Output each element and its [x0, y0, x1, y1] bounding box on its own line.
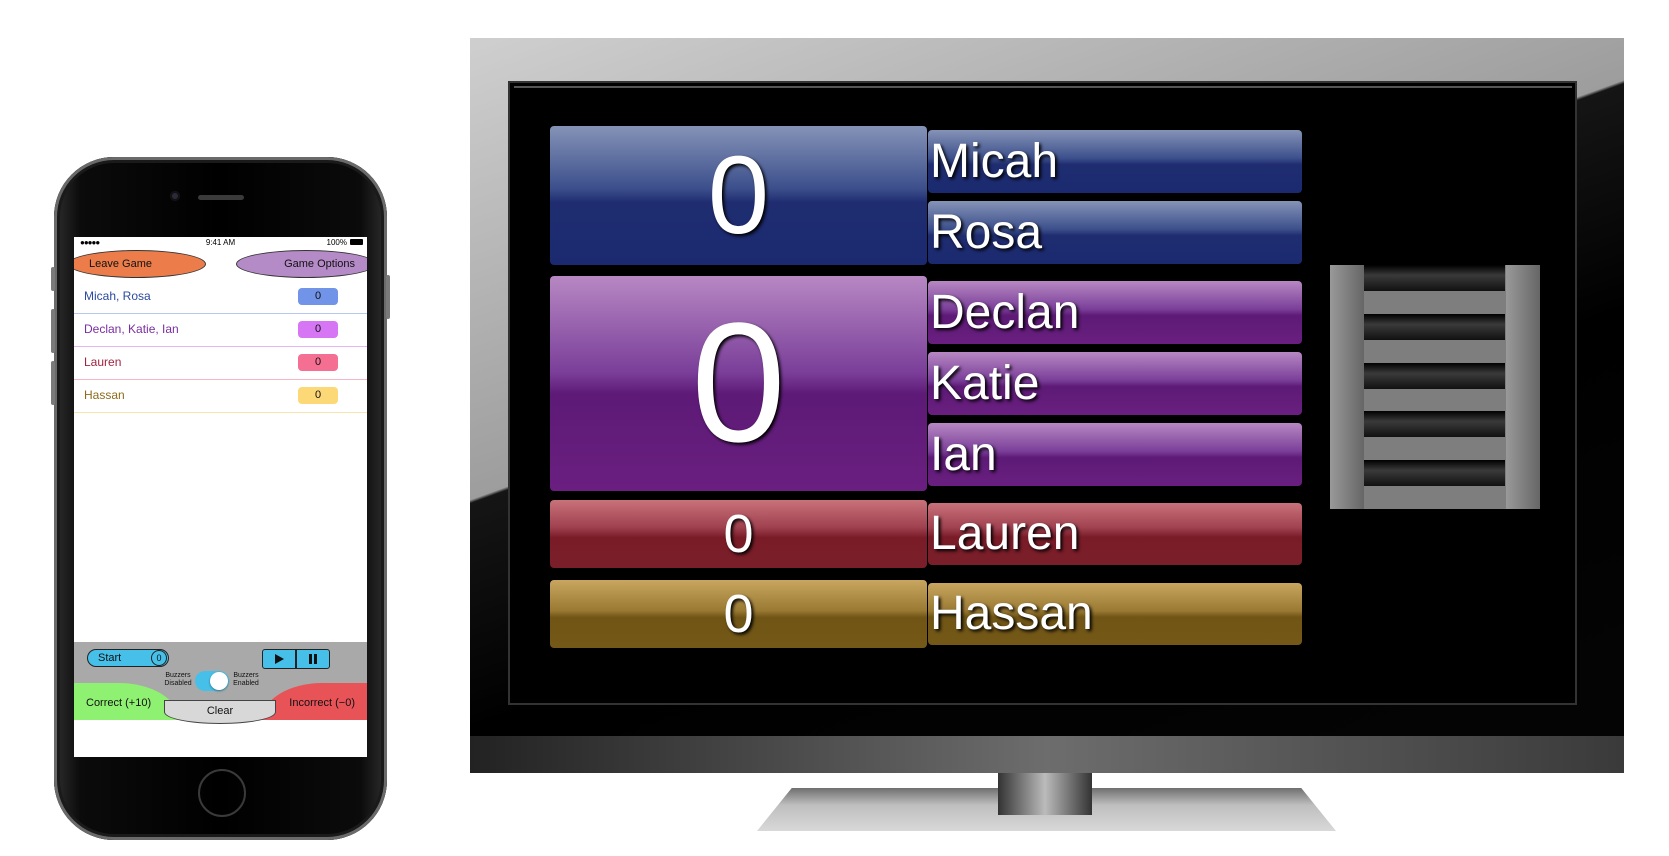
- incorrect-label: Incorrect (−0): [289, 697, 355, 709]
- team-name: Hassan: [84, 388, 125, 402]
- tv-screen-edge: [514, 86, 1572, 88]
- game-options-button[interactable]: Game Options: [236, 250, 367, 278]
- team-score-badge: 0: [298, 354, 338, 371]
- tv-player-name: Ian: [928, 423, 1302, 486]
- toggle-knob: [210, 672, 228, 690]
- tv-neck: [998, 773, 1092, 815]
- battery-icon: [350, 239, 363, 245]
- buzzers-toggle[interactable]: [195, 671, 229, 691]
- play-button[interactable]: [262, 649, 296, 669]
- tv-player-name: Hassan: [928, 583, 1302, 645]
- team-score-badge: 0: [298, 321, 338, 338]
- ladder-rung: [1364, 363, 1505, 389]
- row-divider: [74, 412, 367, 413]
- tv-player-name: Declan: [928, 281, 1302, 344]
- ladder-rung: [1364, 265, 1505, 291]
- tv-team-score: 0: [550, 500, 927, 568]
- team-name: Micah, Rosa: [84, 289, 151, 303]
- team-name: Declan, Katie, Ian: [84, 322, 179, 336]
- status-bar: ●●●●● 9:41 AM 100%: [74, 237, 367, 248]
- speaker-grille: [198, 195, 244, 200]
- clear-label: Clear: [206, 705, 234, 717]
- team-row[interactable]: Hassan 0: [74, 380, 367, 413]
- ladder-rail: [1506, 265, 1540, 509]
- tv-bezel-bottom: [470, 736, 1624, 773]
- ladder-rung: [1364, 411, 1505, 437]
- ladder-rung: [1364, 460, 1505, 486]
- tv-player-name: Lauren: [928, 503, 1302, 565]
- leave-game-label: Leave Game: [89, 258, 152, 270]
- team-row[interactable]: Declan, Katie, Ian 0: [74, 314, 367, 347]
- team-row[interactable]: Micah, Rosa 0: [74, 281, 367, 314]
- start-button[interactable]: Start 0: [87, 649, 169, 667]
- pause-button[interactable]: [296, 649, 330, 669]
- ladder-rung: [1364, 314, 1505, 340]
- ladder-rail: [1330, 265, 1364, 509]
- start-label: Start: [98, 652, 122, 664]
- team-row[interactable]: Lauren 0: [74, 347, 367, 380]
- tv-player-name: Micah: [928, 130, 1302, 193]
- correct-label: Correct (+10): [86, 697, 152, 709]
- buzzers-enabled-label: Buzzers Enabled: [233, 672, 259, 687]
- tv-player-name: Katie: [928, 352, 1302, 415]
- tv-team-score: 0: [550, 276, 927, 491]
- game-options-label: Game Options: [284, 258, 355, 270]
- status-time: 9:41 AM: [205, 238, 236, 247]
- home-button[interactable]: [198, 769, 246, 817]
- mute-switch: [51, 267, 55, 291]
- volume-down-button: [51, 361, 55, 405]
- volume-up-button: [51, 309, 55, 353]
- leave-game-button[interactable]: Leave Game: [74, 250, 206, 278]
- team-name: Lauren: [84, 355, 122, 369]
- clear-button[interactable]: Clear: [164, 700, 276, 724]
- tv-team-score: 0: [550, 580, 927, 648]
- team-score-badge: 0: [298, 288, 338, 305]
- ladder-graphic: [1330, 265, 1540, 509]
- play-icon: [275, 654, 284, 664]
- buzzers-disabled-label: Buzzers Disabled: [164, 672, 192, 687]
- tv-team-score: 0: [550, 126, 927, 265]
- phone-device: ●●●●● 9:41 AM 100% Leave Game Game Optio…: [51, 157, 390, 840]
- pause-icon: [309, 654, 317, 664]
- start-counter: 0: [151, 650, 167, 666]
- team-score-badge: 0: [298, 387, 338, 404]
- tv-player-name: Rosa: [928, 201, 1302, 264]
- phone-screen: ●●●●● 9:41 AM 100% Leave Game Game Optio…: [74, 237, 367, 757]
- power-button: [386, 275, 390, 319]
- battery-percent: 100%: [326, 238, 347, 247]
- front-camera-icon: [170, 191, 180, 201]
